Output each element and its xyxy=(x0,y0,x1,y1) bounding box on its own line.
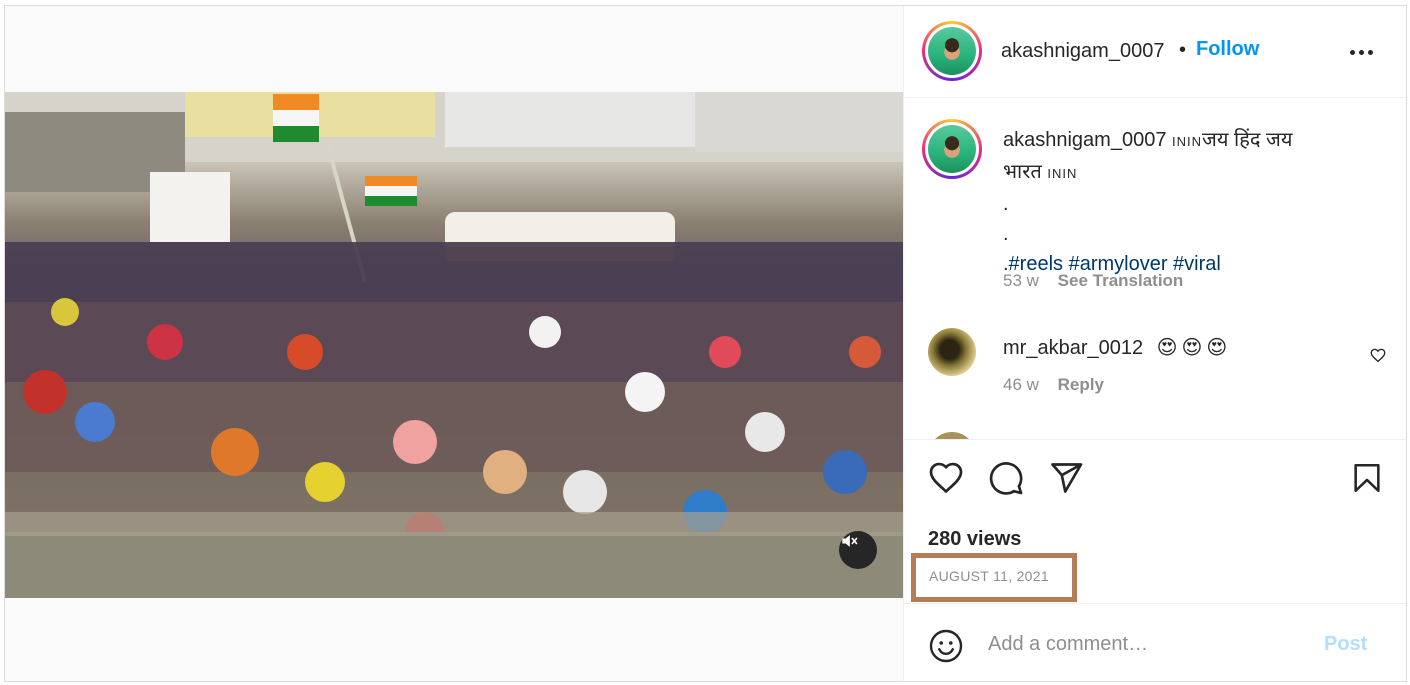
follow-button[interactable]: Follow xyxy=(1196,38,1259,61)
header-separator: • xyxy=(1179,39,1187,61)
caption-dot: . xyxy=(1003,193,1009,215)
add-comment-bar: Post xyxy=(904,603,1406,681)
emoji-picker-icon[interactable] xyxy=(928,628,964,664)
post-caption: akashnigam_0007 ININजय हिंद जय भारत ININ… xyxy=(1003,125,1333,279)
author-avatar[interactable] xyxy=(922,21,982,81)
post-date: AUGUST 11, 2021 xyxy=(929,568,1049,584)
post-header: akashnigam_0007 • Follow xyxy=(904,6,1406,98)
flag-text: ININ xyxy=(1047,166,1078,181)
post-actions: 280 views AUGUST 11, 2021 xyxy=(904,439,1406,609)
caption-dot: . xyxy=(1003,223,1009,245)
share-paper-plane-icon[interactable] xyxy=(1048,460,1084,496)
video-crowd-scene xyxy=(5,92,903,598)
post-dialog: akashnigam_0007 • Follow akashnigam_0007… xyxy=(4,5,1407,682)
post-details-panel: akashnigam_0007 • Follow akashnigam_0007… xyxy=(903,6,1406,681)
view-count: 280 views xyxy=(928,528,1022,550)
commenter-avatar[interactable] xyxy=(928,328,976,376)
like-comment-heart-icon[interactable] xyxy=(1369,346,1387,364)
caption-age: 53 w xyxy=(1003,271,1039,290)
more-options-icon[interactable] xyxy=(1350,42,1378,62)
next-commenter-avatar[interactable] xyxy=(928,432,976,439)
post-comment-button[interactable]: Post xyxy=(1324,633,1367,656)
caption-username[interactable]: akashnigam_0007 xyxy=(1003,129,1166,151)
flag-text: ININ xyxy=(1172,134,1203,149)
comment-input[interactable] xyxy=(988,630,1288,658)
see-translation-link[interactable]: See Translation xyxy=(1058,271,1184,290)
comments-section: akashnigam_0007 ININजय हिंद जय भारत ININ… xyxy=(904,99,1406,439)
comment-bubble-icon[interactable] xyxy=(988,460,1024,496)
save-bookmark-icon[interactable] xyxy=(1350,460,1384,496)
author-username[interactable]: akashnigam_0007 xyxy=(1001,40,1164,63)
comment-text: 😍😍😍 xyxy=(1156,337,1232,359)
comment: mr_akbar_0012 😍😍😍 xyxy=(1003,335,1231,360)
comment-age: 46 w xyxy=(1003,375,1039,394)
volume-muted-icon xyxy=(842,535,858,547)
commenter-username[interactable]: mr_akbar_0012 xyxy=(1003,337,1143,359)
like-heart-icon[interactable] xyxy=(928,460,964,496)
comment-meta: 46 w Reply xyxy=(1003,375,1104,395)
caption-author-avatar[interactable] xyxy=(922,119,982,179)
mute-toggle-button[interactable] xyxy=(839,531,877,569)
caption-meta: 53 w See Translation xyxy=(1003,271,1183,291)
reply-button[interactable]: Reply xyxy=(1058,375,1104,394)
media-column xyxy=(5,6,903,681)
post-video[interactable] xyxy=(5,92,903,598)
